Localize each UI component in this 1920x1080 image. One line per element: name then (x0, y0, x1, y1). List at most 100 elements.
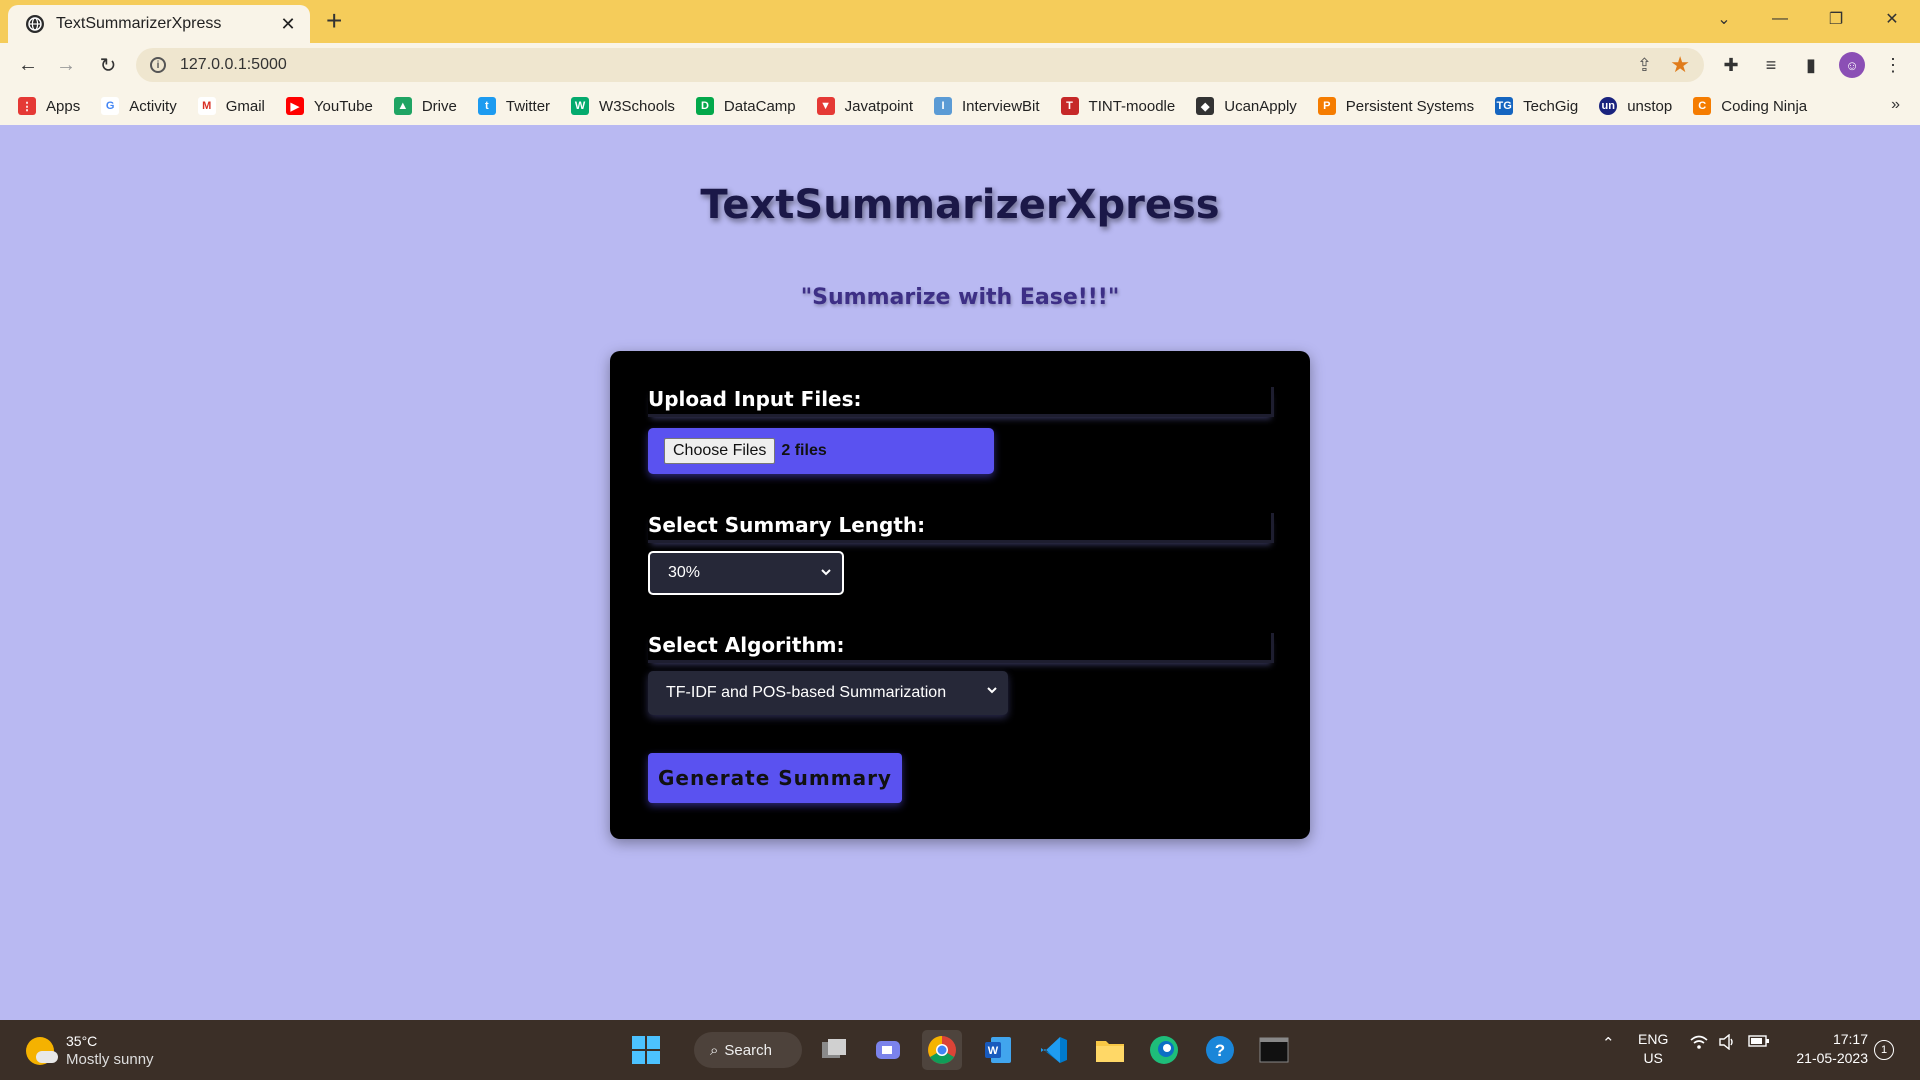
partly-sunny-icon (26, 1037, 58, 1065)
close-window-icon[interactable]: ✕ (1864, 0, 1920, 38)
gmail-icon: M (197, 97, 216, 115)
reload-icon[interactable]: ↻ (94, 51, 122, 79)
new-tab-icon[interactable]: + (326, 7, 342, 35)
start-windows-icon[interactable] (626, 1030, 666, 1070)
file-explorer-icon[interactable] (1090, 1030, 1130, 1070)
browser-tab[interactable]: TextSummarizerXpress ✕ (8, 5, 310, 43)
apps-grid-icon: ⋮ (18, 97, 36, 115)
page-tagline: "Summarize with Ease!!!" (800, 285, 1120, 310)
page-content: TextSummarizerXpress "Summarize with Eas… (0, 125, 1920, 1020)
extensions-icon[interactable]: ✚ (1718, 52, 1744, 78)
menu-icon[interactable]: ⋮ (1880, 52, 1906, 78)
bookmark-javatpoint[interactable]: ▼ Javatpoint (816, 97, 913, 115)
generate-summary-button[interactable]: Generate Summary (648, 753, 902, 803)
language-code: ENG (1638, 1031, 1669, 1047)
info-icon[interactable]: i (150, 57, 166, 73)
media-icon[interactable]: ≡ (1758, 52, 1784, 78)
minimize-icon[interactable]: — (1752, 0, 1808, 38)
weather-temperature: 35°C (66, 1033, 98, 1049)
bookmark-drive[interactable]: ▲ Drive (393, 97, 457, 115)
taskbar-search[interactable]: ⌕ Search (694, 1032, 802, 1068)
bookmark-activity[interactable]: G Activity (101, 97, 177, 115)
notification-badge[interactable]: 1 (1874, 1040, 1894, 1060)
bookmark-techgig[interactable]: TG TechGig (1495, 97, 1578, 115)
taskbar-search-label: Search (724, 1041, 772, 1059)
edge-icon[interactable] (1144, 1030, 1184, 1070)
summary-length-value: 30% (668, 564, 701, 581)
svg-text:W: W (988, 1045, 999, 1057)
bookmark-w3schools[interactable]: W W3Schools (571, 97, 675, 115)
word-icon[interactable]: W (978, 1030, 1018, 1070)
chevron-down-icon (820, 566, 832, 581)
task-view-icon[interactable] (814, 1030, 854, 1070)
language-indicator[interactable]: ENG US (1638, 1030, 1668, 1068)
google-icon: G (101, 97, 120, 115)
clock-time: 17:17 (1832, 1031, 1868, 1047)
javatpoint-icon: ▼ (816, 97, 835, 115)
summarizer-form: Upload Input Files: Choose Files 2 files… (610, 351, 1310, 839)
bookmark-persistent[interactable]: P Persistent Systems (1317, 97, 1474, 115)
chevron-down-icon (986, 684, 998, 699)
star-icon[interactable]: ★ (1670, 52, 1690, 78)
bookmark-datacamp[interactable]: D DataCamp (695, 97, 796, 115)
youtube-icon: ▶ (285, 97, 304, 115)
share-icon[interactable]: ⇪ (1637, 55, 1652, 76)
drive-icon: ▲ (393, 97, 412, 115)
bookmark-tint-moodle[interactable]: T TINT-moodle (1060, 97, 1175, 115)
chrome-icon[interactable] (922, 1030, 962, 1070)
bookmark-youtube[interactable]: ▶ YouTube (285, 97, 373, 115)
choose-files-button[interactable]: Choose Files (664, 438, 776, 464)
clock[interactable]: 17:17 21-05-2023 (1790, 1030, 1868, 1068)
graduation-cap-icon: ◆ (1196, 97, 1215, 115)
browser-tab-bar: TextSummarizerXpress ✕ + ⌄ — ❐ ✕ (0, 0, 1920, 43)
w3schools-icon: W (571, 97, 590, 115)
bookmarks-bar: ⋮ Apps G Activity M Gmail ▶ YouTube ▲ Drive t… (0, 87, 1920, 125)
volume-icon[interactable] (1718, 1033, 1736, 1054)
forward-icon[interactable]: → (52, 51, 80, 79)
algorithm-select[interactable]: TF-IDF and POS-based Summarization (648, 671, 1008, 715)
summary-length-label: Select Summary Length: (648, 513, 1274, 543)
show-hidden-icons-icon[interactable]: ⌃ (1602, 1034, 1615, 1052)
bookmark-apps[interactable]: ⋮ Apps (18, 97, 80, 115)
vscode-icon[interactable] (1034, 1030, 1074, 1070)
persistent-icon: P (1317, 97, 1336, 115)
algorithm-value: TF-IDF and POS-based Summarization (666, 684, 947, 701)
bookmark-gmail[interactable]: M Gmail (197, 97, 265, 115)
teams-chat-icon[interactable] (868, 1030, 908, 1070)
coding-ninja-icon: C (1693, 97, 1712, 115)
help-icon[interactable]: ? (1200, 1030, 1240, 1070)
bookmark-ucanapply[interactable]: ◆ UcanApply (1196, 97, 1297, 115)
address-bar[interactable]: i 127.0.0.1:5000 ⇪ ★ (136, 48, 1704, 82)
svg-text:?: ? (1215, 1041, 1225, 1060)
techgig-icon: TG (1495, 97, 1514, 115)
file-input[interactable]: Choose Files 2 files (648, 428, 994, 474)
more-bookmarks-icon[interactable]: » (1891, 96, 1900, 114)
algorithm-label: Select Algorithm: (648, 633, 1274, 663)
taskbar: 35°C Mostly sunny ⌕ Search W ? ⌃ ENG US (0, 1020, 1920, 1080)
wifi-icon[interactable] (1690, 1034, 1708, 1054)
moodle-icon: T (1060, 97, 1079, 115)
battery-icon[interactable] (1748, 1034, 1770, 1052)
tab-search-icon[interactable]: ⌄ (1696, 0, 1752, 38)
region-code: US (1643, 1050, 1663, 1066)
bookmark-unstop[interactable]: un unstop (1599, 97, 1672, 115)
twitter-icon: t (477, 97, 496, 115)
weather-description: Mostly sunny (66, 1051, 154, 1068)
tab-title: TextSummarizerXpress (56, 15, 222, 32)
close-icon[interactable]: ✕ (278, 14, 298, 35)
bookmark-twitter[interactable]: t Twitter (477, 97, 550, 115)
clock-date: 21-05-2023 (1796, 1050, 1868, 1066)
summary-length-select[interactable]: 30% (648, 551, 844, 595)
back-icon[interactable]: ← (14, 51, 42, 79)
weather-widget[interactable]: 35°C Mostly sunny (26, 1032, 154, 1070)
bookmark-interviewbit[interactable]: I InterviewBit (934, 97, 1040, 115)
browser-toolbar: ← → ↻ i 127.0.0.1:5000 ⇪ ★ ✚ ≡ ▮ ☺ ⋮ (0, 43, 1920, 87)
terminal-icon[interactable] (1254, 1030, 1294, 1070)
file-count: 2 files (781, 442, 827, 459)
profile-avatar-icon[interactable]: ☺ (1839, 52, 1865, 78)
side-panel-icon[interactable]: ▮ (1798, 52, 1824, 78)
window-controls: ⌄ — ❐ ✕ (1696, 0, 1920, 38)
bookmark-coding-ninja[interactable]: C Coding Ninja (1693, 97, 1807, 115)
restore-icon[interactable]: ❐ (1808, 0, 1864, 38)
datacamp-icon: D (695, 97, 714, 115)
